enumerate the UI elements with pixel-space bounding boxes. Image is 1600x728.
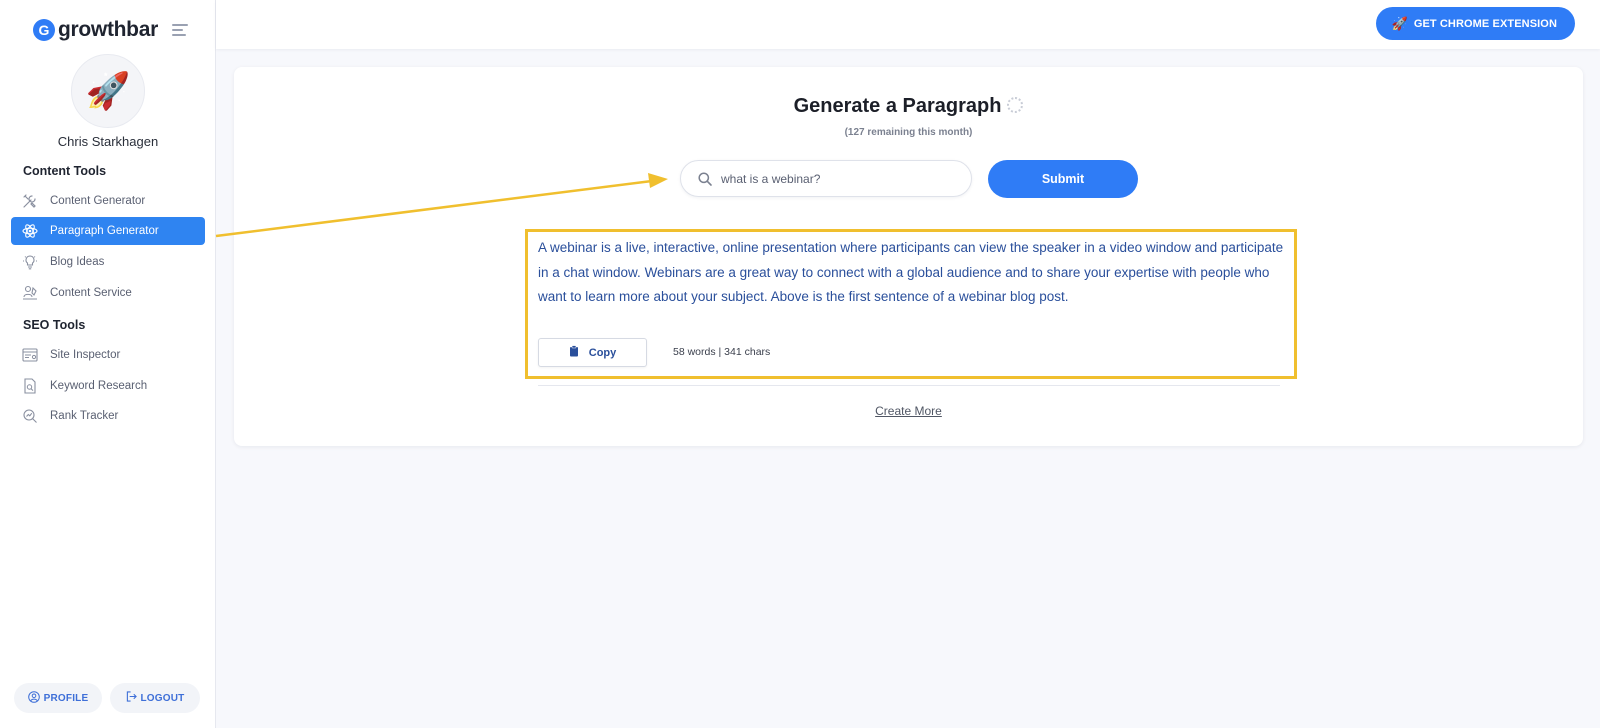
- generated-paragraph: A webinar is a live, interactive, online…: [538, 240, 1284, 304]
- sidebar-item-paragraph-generator[interactable]: Paragraph Generator: [11, 217, 205, 245]
- logout-label: LOGOUT: [140, 692, 185, 704]
- search-icon: [697, 171, 713, 187]
- atom-icon: [21, 222, 39, 240]
- page-title: Generate a Paragraph: [234, 95, 1583, 118]
- rocket-icon: 🚀: [1391, 15, 1408, 31]
- browser-icon: [21, 346, 39, 364]
- tools-icon: [21, 192, 39, 210]
- profile-label: PROFILE: [43, 692, 89, 704]
- brand-name: growthbar: [58, 18, 158, 41]
- sidebar-item-label: Content Generator: [50, 195, 146, 207]
- growthbar-logo-icon: G: [33, 19, 55, 41]
- sidebar-item-label: Rank Tracker: [50, 410, 119, 422]
- word-char-count: 58 words | 341 chars: [673, 346, 771, 358]
- loading-spinner-icon: [1007, 97, 1024, 113]
- chrome-extension-label: GET CHROME EXTENSION: [1413, 17, 1557, 30]
- create-more-link[interactable]: Create More: [234, 404, 1583, 418]
- sidebar-item-content-service[interactable]: Content Service: [11, 279, 205, 307]
- page-title-text: Generate a Paragraph: [793, 95, 1002, 117]
- sidebar: G growthbar 🚀 Chris Starkhagen Content T…: [0, 0, 216, 728]
- get-chrome-extension-button[interactable]: 🚀 GET CHROME EXTENSION: [1375, 7, 1575, 40]
- lightbulb-icon: [21, 253, 39, 271]
- writer-icon: [21, 284, 39, 302]
- sidebar-item-content-generator[interactable]: Content Generator: [11, 187, 205, 215]
- user-circle-icon: [27, 690, 40, 706]
- generated-paragraph-box: A webinar is a live, interactive, online…: [525, 229, 1297, 379]
- avatar: 🚀: [71, 54, 145, 128]
- logout-button[interactable]: LOGOUT: [110, 683, 200, 713]
- sidebar-item-rank-tracker[interactable]: Rank Tracker: [11, 402, 205, 430]
- copy-label: Copy: [588, 346, 617, 359]
- sidebar-item-keyword-research[interactable]: Keyword Research: [11, 372, 205, 400]
- sidebar-item-label: Paragraph Generator: [50, 225, 159, 237]
- copy-button[interactable]: Copy: [538, 338, 647, 367]
- logout-icon: [126, 691, 137, 705]
- sidebar-item-site-inspector[interactable]: Site Inspector: [11, 341, 205, 369]
- paragraph-generator-card: Generate a Paragraph (127 remaining this…: [234, 67, 1583, 446]
- brand[interactable]: G growthbar: [33, 18, 158, 42]
- search-field[interactable]: [680, 160, 972, 197]
- clipboard-icon: [569, 345, 579, 360]
- remaining-count: (127 remaining this month): [844, 127, 973, 138]
- document-search-icon: [21, 377, 39, 395]
- profile-button[interactable]: PROFILE: [14, 683, 102, 713]
- chart-search-icon: [21, 407, 39, 425]
- section-title-content-tools: Content Tools: [23, 164, 107, 178]
- divider: [538, 385, 1280, 386]
- top-bar: 🚀 GET CHROME EXTENSION: [216, 0, 1600, 49]
- sidebar-item-label: Content Service: [50, 287, 132, 299]
- submit-button[interactable]: Submit: [988, 160, 1138, 198]
- sidebar-item-label: Blog Ideas: [50, 256, 105, 268]
- menu-toggle-icon[interactable]: [172, 24, 188, 36]
- sidebar-item-label: Site Inspector: [50, 349, 121, 361]
- user-name: Chris Starkhagen: [57, 134, 159, 149]
- section-title-seo-tools: SEO Tools: [23, 318, 86, 332]
- search-input[interactable]: [721, 171, 941, 186]
- sidebar-item-blog-ideas[interactable]: Blog Ideas: [11, 248, 205, 276]
- sidebar-item-label: Keyword Research: [50, 380, 148, 392]
